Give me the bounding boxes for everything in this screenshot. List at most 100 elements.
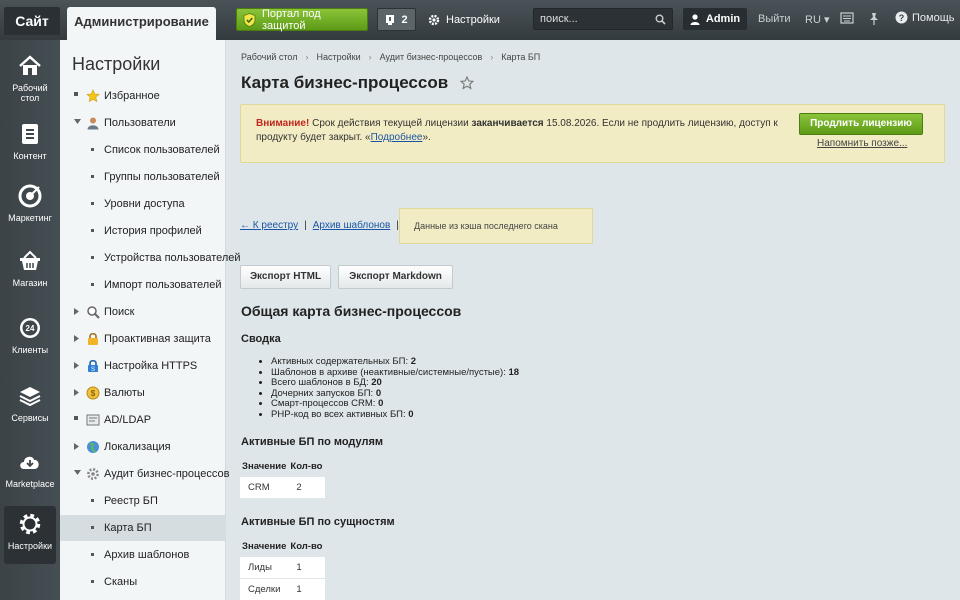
notice-bold: заканчивается: [471, 118, 544, 129]
stat-label: Активных содержательных БП:: [271, 356, 411, 367]
chevron-down-icon: [74, 470, 81, 476]
by-entity-title: Активные БП по сущностям: [241, 516, 395, 528]
rail-item-shop[interactable]: Магазин: [0, 243, 60, 305]
pin-icon[interactable]: [868, 12, 880, 26]
rail-label-content: Контент: [13, 151, 47, 161]
sidebar-item-proactive[interactable]: Проактивная защита: [60, 326, 226, 352]
admin-tab[interactable]: Администрирование: [67, 7, 216, 40]
sidebar-label: Поиск: [104, 306, 135, 318]
sidebar-item-currencies[interactable]: $ Валюты: [60, 380, 226, 406]
sidebar-label: Группы пользователей: [104, 171, 220, 183]
notification-count: 2: [401, 13, 408, 26]
back-to-registry-link[interactable]: ← К реестру: [240, 220, 298, 231]
star-icon: [86, 89, 100, 103]
stat-value: 0: [375, 387, 382, 399]
sidebar-item-scans[interactable]: Сканы: [60, 569, 226, 595]
summary-list: Активных содержательных БП: 2 Шаблонов в…: [271, 356, 519, 421]
sidebar-item-favorites[interactable]: Избранное: [60, 83, 226, 109]
logout-link[interactable]: Выйти: [758, 13, 791, 25]
sidebar-label: Карта БП: [104, 522, 152, 534]
sidebar-item-user-list[interactable]: Список пользователей: [60, 137, 226, 163]
rail-item-settings[interactable]: Настройки: [4, 506, 56, 564]
sidebar-item-user-devices[interactable]: Устройства пользователей: [60, 245, 241, 271]
rail-item-desktop[interactable]: Рабочий стол: [0, 48, 60, 110]
sidebar-item-ldap[interactable]: AD/LDAP: [60, 407, 226, 433]
sidebar-item-users[interactable]: Пользователи: [60, 110, 226, 136]
sidebar-label: Пользователи: [104, 117, 176, 129]
rail-label-desktop: Рабочий стол: [12, 83, 48, 103]
chevron-right-icon: [74, 389, 80, 396]
sidebar-label: Локализация: [104, 441, 171, 453]
svg-text:24: 24: [26, 324, 35, 333]
settings-link[interactable]: Настройки: [428, 8, 500, 31]
sidebar-label: Проактивная защита: [104, 333, 211, 345]
settings-label: Настройки: [446, 13, 500, 26]
cache-note: Данные из кэша последнего скана: [399, 208, 593, 244]
breadcrumb-item[interactable]: Карта БП: [501, 52, 540, 62]
export-html-button[interactable]: Экспорт HTML: [240, 265, 331, 289]
renew-license-button[interactable]: Продлить лицензию: [799, 113, 923, 135]
breadcrumb-item[interactable]: Настройки: [317, 52, 361, 62]
shield-check-icon: [243, 12, 256, 27]
breadcrumb-item[interactable]: Рабочий стол: [241, 52, 298, 62]
keyboard-icon[interactable]: [840, 12, 854, 24]
sidebar-item-user-groups[interactable]: Группы пользователей: [60, 164, 226, 190]
table-cell: CRM: [240, 475, 289, 498]
user-icon: [86, 116, 100, 130]
sidebar-label: История профилей: [104, 225, 202, 237]
sidebar-item-profile-history[interactable]: История профилей: [60, 218, 226, 244]
https-lock-icon: S: [86, 359, 100, 373]
sidebar-title: Настройки: [72, 54, 161, 74]
more-link[interactable]: Подробнее: [371, 132, 423, 143]
sidebar-item-bp-audit[interactable]: Аудит бизнес-процессов: [60, 461, 229, 487]
rail-label-marketing: Маркетинг: [8, 213, 52, 223]
remind-later-link[interactable]: Напомнить позже...: [817, 138, 907, 149]
search-input[interactable]: [540, 13, 650, 25]
search-icon[interactable]: [655, 14, 666, 25]
by-module-table: Значение Кол-во CRM 2: [240, 458, 325, 498]
rail-item-marketplace[interactable]: Marketplace: [0, 444, 60, 506]
star-outline-icon[interactable]: [460, 76, 475, 90]
language-selector[interactable]: RU ▾: [805, 13, 829, 26]
target-icon: [18, 184, 42, 208]
site-tab[interactable]: Сайт: [4, 7, 60, 35]
sidebar-item-user-import[interactable]: Импорт пользователей: [60, 272, 226, 298]
summary-title: Сводка: [241, 333, 281, 345]
table-cell: Лиды: [240, 555, 289, 578]
magnifier-icon: [86, 305, 100, 319]
stat-label: PHP-код во всех активных БП:: [271, 408, 409, 420]
cloud-download-icon: [18, 450, 42, 474]
sidebar-item-bp-registry[interactable]: Реестр БП: [60, 488, 226, 514]
help-button[interactable]: ? Помощь: [895, 11, 955, 24]
search-box: [533, 8, 673, 30]
export-markdown-button[interactable]: Экспорт Markdown: [338, 265, 453, 289]
breadcrumb-separator-icon: ›: [368, 52, 372, 62]
coin-icon: $: [86, 386, 100, 400]
sidebar-item-localization[interactable]: Локализация: [60, 434, 226, 460]
sidebar-label: AD/LDAP: [104, 414, 152, 426]
rail-item-marketing[interactable]: Маркетинг: [0, 178, 60, 240]
sidebar-label: Импорт пользователей: [104, 279, 222, 291]
sidebar-item-https[interactable]: S Настройка HTTPS: [60, 353, 226, 379]
table-cell: 2: [288, 475, 325, 498]
stat-label: Всего шаблонов в БД:: [271, 377, 372, 389]
notifications-button[interactable]: 2: [377, 8, 416, 31]
portal-protected-button[interactable]: Портал под защитой: [236, 8, 368, 32]
sidebar-item-search[interactable]: Поиск: [60, 299, 226, 325]
rail-item-services[interactable]: Сервисы: [0, 378, 60, 440]
notice-text-part: Срок действия текущей лицензии: [309, 118, 472, 129]
rail-label-clients: Клиенты: [11, 345, 49, 355]
user-menu-button[interactable]: Admin: [683, 8, 747, 30]
rail-item-content[interactable]: Контент: [0, 116, 60, 178]
sidebar-item-bp-map[interactable]: Карта БП: [60, 515, 226, 541]
rail-label-marketplace: Marketplace: [5, 479, 55, 489]
rail-label-services: Сервисы: [11, 413, 49, 423]
rail-item-clients[interactable]: 24 Клиенты: [0, 310, 60, 372]
table-row: Сделки 1: [240, 577, 325, 600]
template-archive-link[interactable]: Архив шаблонов: [313, 220, 391, 231]
sidebar-item-access-levels[interactable]: Уровни доступа: [60, 191, 226, 217]
bullet-icon: [74, 416, 79, 421]
breadcrumb-item[interactable]: Аудит бизнес-процессов: [380, 52, 483, 62]
layers-icon: [18, 384, 42, 408]
sidebar-item-template-archive[interactable]: Архив шаблонов: [60, 542, 226, 568]
